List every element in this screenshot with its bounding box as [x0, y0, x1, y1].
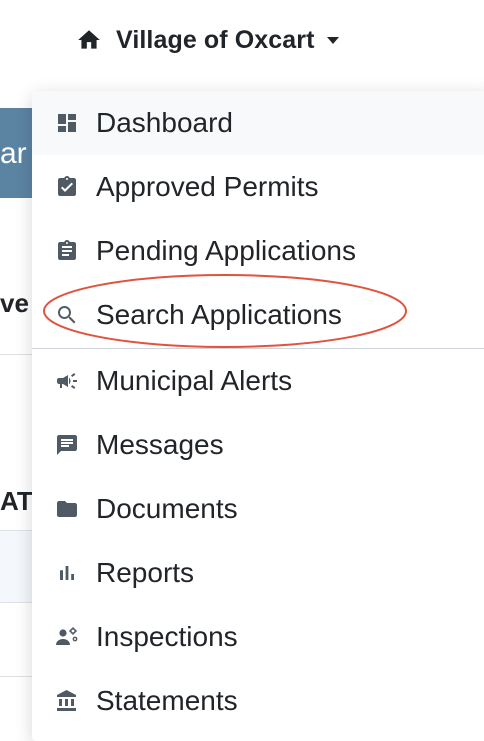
menu-item-label: Approved Permits — [96, 171, 319, 202]
menu-item-pending-applications[interactable]: Pending Applications — [32, 219, 484, 283]
municipality-name: Village of Oxcart — [116, 25, 315, 54]
menu-item-dashboard[interactable]: Dashboard — [32, 91, 484, 155]
menu-item-label: Documents — [96, 493, 238, 524]
inspector-icon — [54, 624, 80, 650]
municipality-dropdown-toggle[interactable]: Village of Oxcart — [76, 22, 339, 58]
menu-item-label: Inspections — [96, 621, 238, 652]
menu-item-label: Statements — [96, 685, 238, 716]
megaphone-icon — [54, 368, 80, 394]
top-navbar: Village of Oxcart — [0, 0, 484, 80]
home-icon — [76, 27, 102, 53]
menu-item-label: Reports — [96, 557, 195, 588]
menu-item-documents[interactable]: Documents — [32, 477, 484, 541]
dashboard-icon — [54, 110, 80, 136]
folder-icon — [54, 496, 80, 522]
bank-icon — [54, 688, 80, 714]
message-icon — [54, 432, 80, 458]
caret-down-icon — [326, 36, 339, 44]
menu-item-label: Dashboard — [96, 107, 233, 138]
menu-item-label: Messages — [96, 429, 224, 460]
menu-item-municipal-alerts[interactable]: Municipal Alerts — [32, 349, 484, 413]
table-header-text: AT — [0, 486, 33, 516]
menu-item-label: Municipal Alerts — [96, 365, 293, 396]
menu-item-reports[interactable]: Reports — [32, 541, 484, 605]
menu-item-approved-permits[interactable]: Approved Permits — [32, 155, 484, 219]
menu-item-label: Search Applications — [96, 299, 342, 330]
bar-chart-icon — [54, 560, 80, 586]
clipboard-list-icon — [54, 238, 80, 264]
page-banner-text: ar — [0, 137, 27, 170]
navigation-dropdown-menu: Dashboard Approved Permits Pending Appli… — [32, 91, 484, 741]
menu-item-messages[interactable]: Messages — [32, 413, 484, 477]
menu-item-label: Pending Applications — [96, 235, 356, 266]
menu-item-search-applications[interactable]: Search Applications — [32, 283, 484, 347]
page-column-text: ve — [0, 288, 29, 318]
menu-item-statements[interactable]: Statements — [32, 669, 484, 733]
menu-item-inspections[interactable]: Inspections — [32, 605, 484, 669]
clipboard-check-icon — [54, 174, 80, 200]
search-icon — [54, 302, 80, 328]
